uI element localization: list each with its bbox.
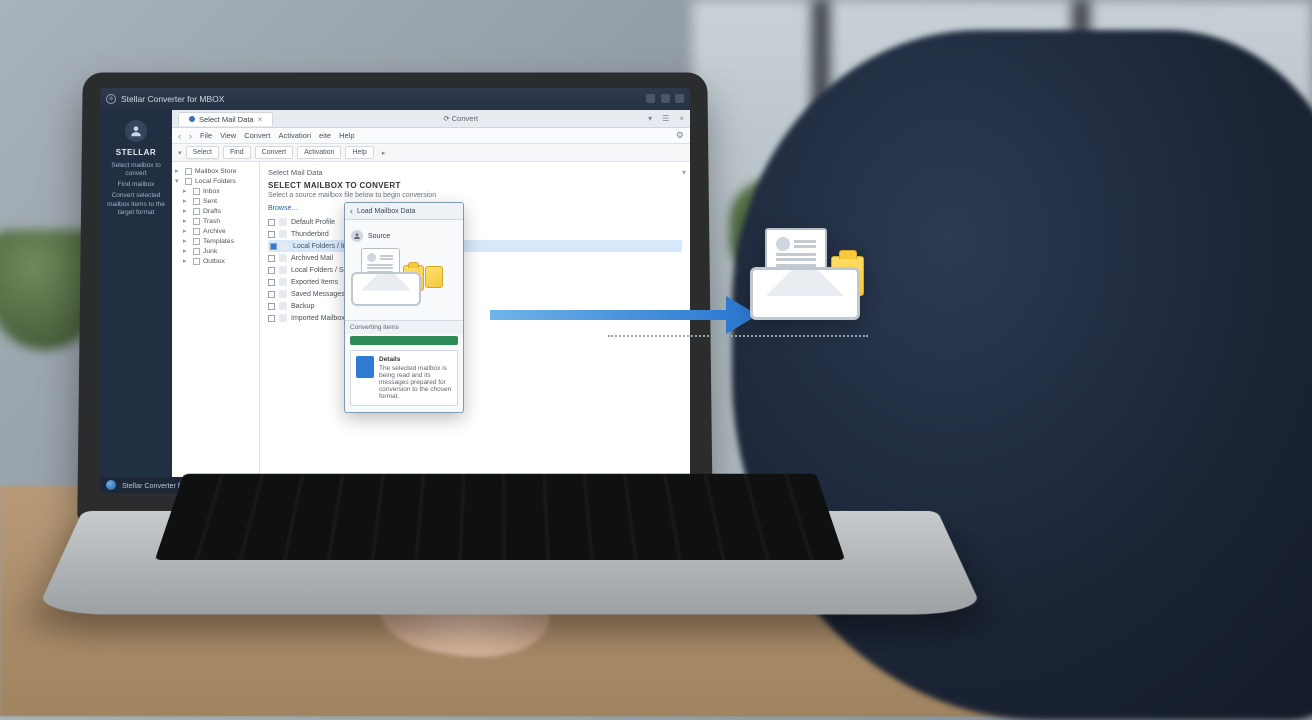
tab-close-icon[interactable]: × xyxy=(258,115,263,124)
list-item[interactable]: Local Folders / Inbox xyxy=(268,240,682,252)
folder-icon xyxy=(425,266,443,288)
menubar: ‹ › File View Convert Activation eite He… xyxy=(172,128,690,144)
info-body: The selected mailbox is being read and i… xyxy=(379,365,452,400)
mailbox-list[interactable]: Default Profile Thunderbird Local Folder… xyxy=(268,216,682,324)
browse-link[interactable]: Browse… xyxy=(268,205,682,212)
ribbon: ▾ Select Find Convert Activation Help ▸ xyxy=(172,144,690,162)
ribbon-button[interactable]: Select xyxy=(186,146,219,159)
pane-collapse-icon[interactable]: ▾ xyxy=(682,168,686,177)
tab-active[interactable]: Select Mail Data × xyxy=(178,112,273,126)
laptop-screen: ✧ Stellar Converter for MBOX STELLAR Sel… xyxy=(100,88,690,493)
dialog-title: Load Mailbox Data xyxy=(357,208,415,215)
source-avatar-icon xyxy=(351,230,363,242)
menu-item[interactable]: Convert xyxy=(244,131,270,140)
list-item[interactable]: Archived Mail xyxy=(268,252,682,264)
settings-icon[interactable]: ⚙ xyxy=(676,130,684,141)
list-item[interactable]: Default Profile xyxy=(268,216,682,228)
rail-text: Find mailbox xyxy=(105,181,167,189)
progress-label: Converting items xyxy=(345,320,463,334)
left-rail: STELLAR Select mailbox to convert Find m… xyxy=(100,110,172,477)
ribbon-button[interactable]: Find xyxy=(223,146,251,159)
content-pane: Select Mail Data SELECT MAILBOX TO CONVE… xyxy=(260,162,690,477)
window-controls[interactable] xyxy=(643,94,684,105)
window-titlebar: ✧ Stellar Converter for MBOX xyxy=(100,88,690,110)
ribbon-button[interactable]: Convert xyxy=(255,146,294,159)
list-item[interactable]: Backup xyxy=(268,300,682,312)
window-title: Stellar Converter for MBOX xyxy=(121,94,224,104)
folder-tree[interactable]: ▸Mailbox Store ▾Local Folders ▸Inbox ▸Se… xyxy=(172,162,260,477)
taskbar: Stellar Converter for MBOX xyxy=(100,477,690,493)
menu-item[interactable]: Help xyxy=(339,131,354,140)
brand-label: STELLAR xyxy=(105,148,167,158)
tab-strip: Select Mail Data × ⟳ Convert ▾ ☰ × xyxy=(172,110,690,128)
progress-bar xyxy=(350,336,458,345)
dialog-info: Details The selected mailbox is being re… xyxy=(350,350,458,406)
menu-item[interactable]: File xyxy=(200,131,212,140)
menu-item[interactable]: View xyxy=(220,131,236,140)
menu-item[interactable]: Activation xyxy=(278,131,311,140)
info-title: Details xyxy=(379,356,452,363)
conversion-dialog: ‹ Load Mailbox Data Source xyxy=(344,202,464,413)
breadcrumb: Select Mail Data xyxy=(268,168,682,177)
ribbon-more-icon[interactable]: ▸ xyxy=(382,149,386,157)
dialog-back-icon[interactable]: ‹ xyxy=(350,206,353,216)
page-heading: SELECT MAILBOX TO CONVERT xyxy=(268,181,682,190)
taskbar-app-label[interactable]: Stellar Converter for MBOX xyxy=(122,481,209,490)
list-item[interactable]: Local Folders / Sent xyxy=(268,264,682,276)
ribbon-button[interactable]: Help xyxy=(345,146,373,159)
list-item[interactable]: Saved Messages xyxy=(268,288,682,300)
list-item[interactable]: Thunderbird xyxy=(268,228,682,240)
dialog-source-label: Source xyxy=(368,233,390,240)
tab-indicator-icon xyxy=(189,116,195,122)
list-item[interactable]: Exported Items xyxy=(268,276,682,288)
page-subtext: Select a source mailbox file below to be… xyxy=(268,192,682,199)
close-button[interactable] xyxy=(675,94,684,103)
tab-label: Select Mail Data xyxy=(199,115,254,124)
dialog-preview xyxy=(351,248,457,306)
maximize-button[interactable] xyxy=(661,94,670,103)
mail-destination-icon xyxy=(750,228,860,320)
tab-close-all-icon[interactable]: × xyxy=(679,114,684,123)
mail-source-icon xyxy=(351,248,421,306)
minimize-button[interactable] xyxy=(646,94,655,103)
rail-text: Select mailbox to convert xyxy=(105,162,167,178)
start-orb-icon[interactable] xyxy=(106,480,116,490)
main-area: Select Mail Data × ⟳ Convert ▾ ☰ × ‹ › F… xyxy=(172,110,690,477)
ribbon-button[interactable]: Activation xyxy=(297,146,341,159)
user-avatar-icon xyxy=(125,120,147,142)
menu-item[interactable]: eite xyxy=(319,131,331,140)
list-item[interactable]: Imported Mailbox xyxy=(268,312,682,324)
tab-center-label: ⟳ Convert xyxy=(443,114,478,123)
background-plant xyxy=(0,230,100,350)
info-thumb-icon xyxy=(356,356,374,378)
tab-overflow-icon[interactable]: ▾ xyxy=(648,114,652,123)
app-icon: ✧ xyxy=(106,94,116,104)
tab-settings-icon[interactable]: ☰ xyxy=(662,114,669,123)
ribbon-chevron-icon[interactable]: ▾ xyxy=(178,149,182,157)
nav-back-icon[interactable]: ‹ xyxy=(178,131,181,141)
nav-fwd-icon[interactable]: › xyxy=(189,131,192,141)
rail-text: Convert selected mailbox items to the ta… xyxy=(105,192,167,216)
